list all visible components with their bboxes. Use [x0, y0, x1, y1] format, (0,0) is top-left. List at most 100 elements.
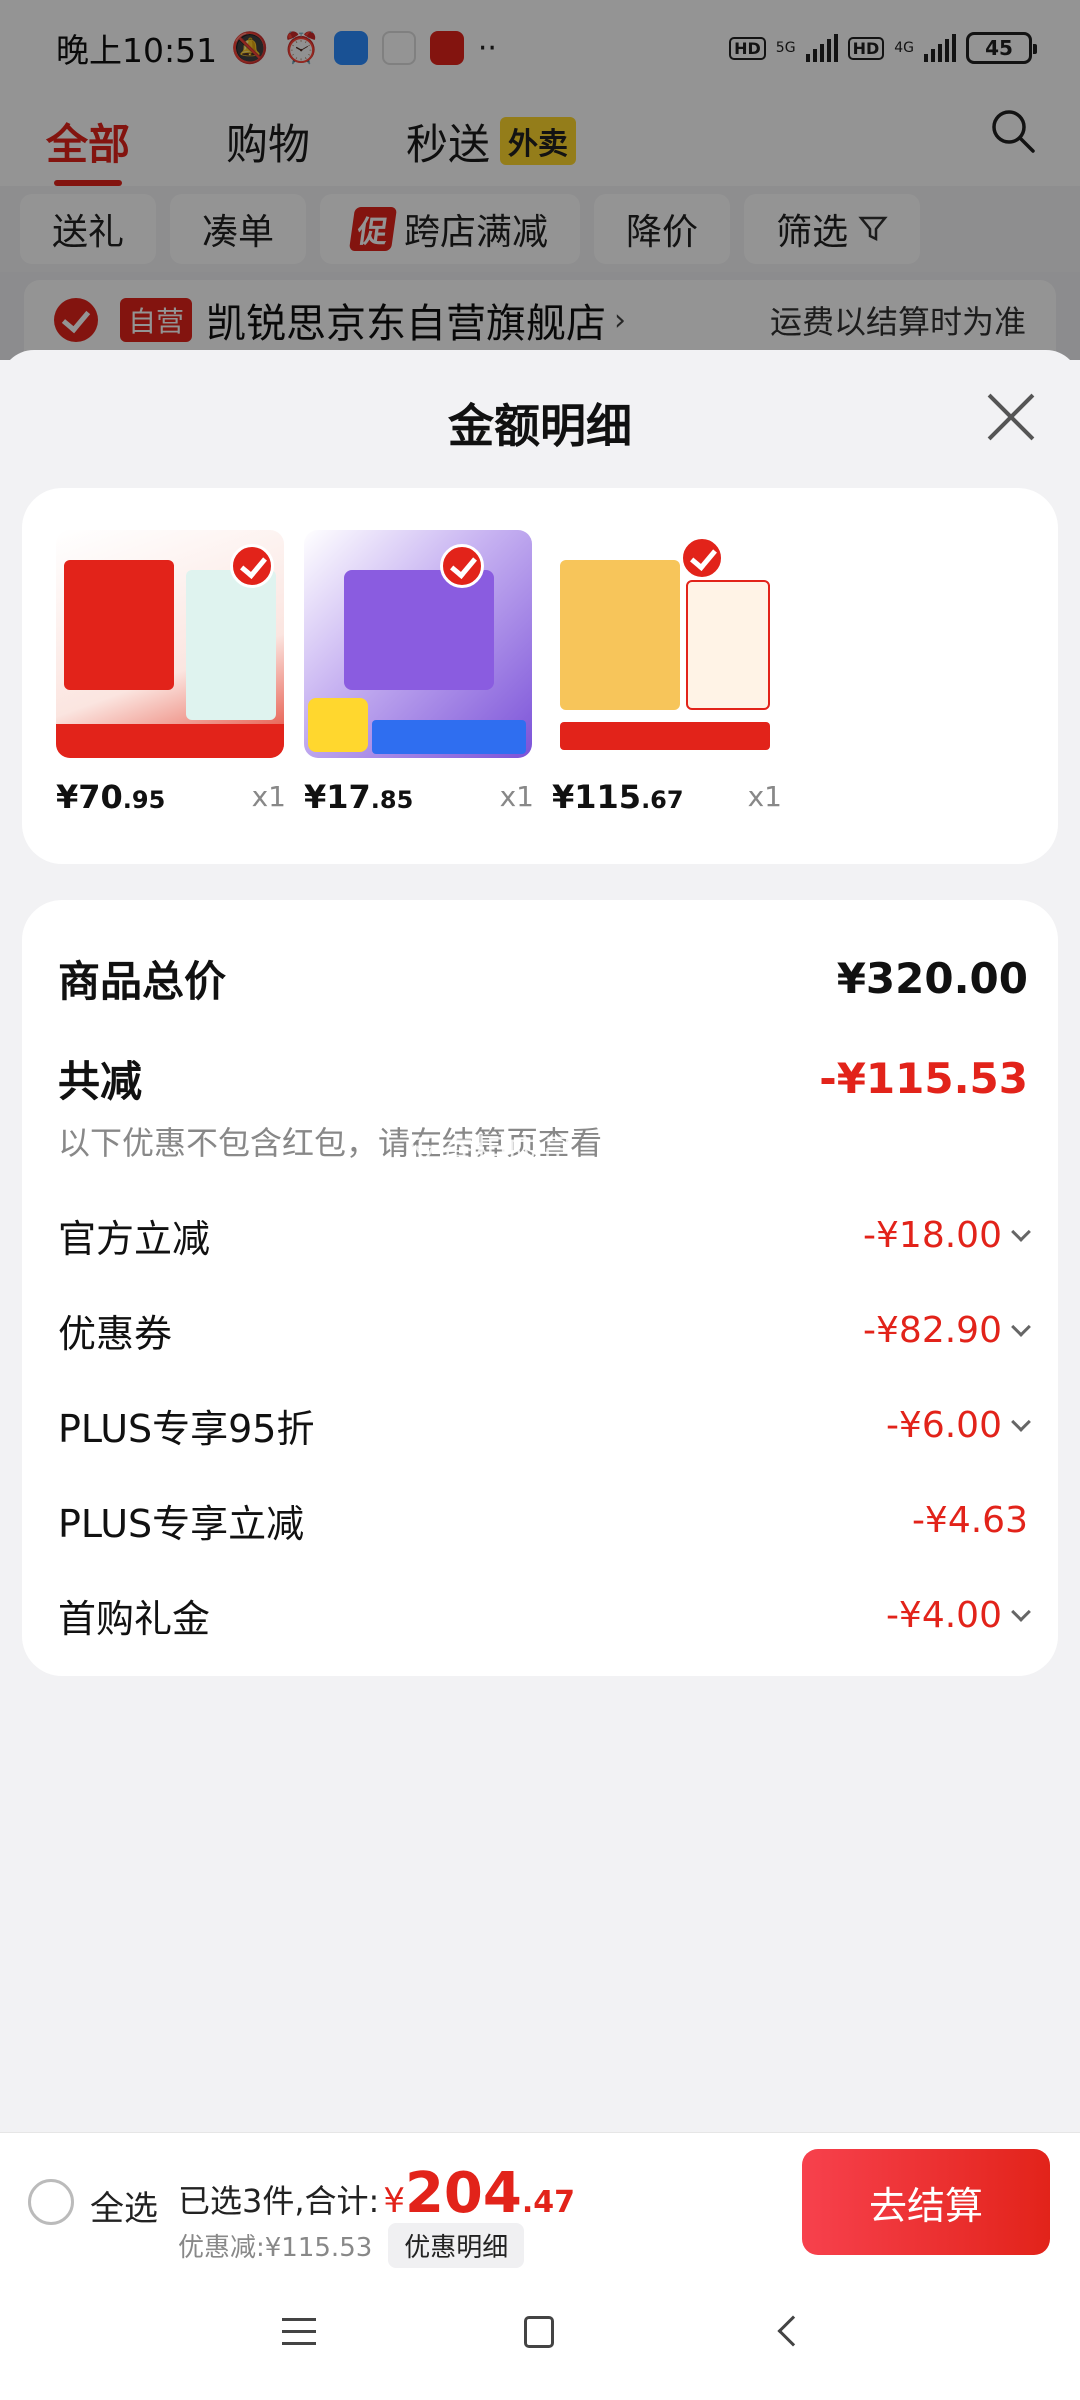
tab-all[interactable]: 全部 — [46, 111, 130, 186]
chevron-down-icon — [1011, 1316, 1031, 1337]
hd-icon-2: HD — [847, 36, 885, 60]
self-operated-badge: 自营 — [120, 298, 193, 342]
item-check-icon — [440, 544, 484, 588]
sheet-title: 金额明细 — [448, 399, 632, 453]
discount-summary: 优惠减:¥115.53 优惠明细 — [178, 2223, 525, 2268]
discount-detail-row[interactable]: PLUS专享95折 -¥6.00 — [58, 1398, 1031, 1453]
checkout-button[interactable]: 去结算 — [802, 2149, 1050, 2255]
item-check-icon — [680, 536, 724, 580]
order-total: 已选3件,合计: ¥ 204 .47 — [178, 2161, 575, 2226]
filter-cross-store[interactable]: 促 跨店满减 — [320, 194, 581, 264]
more-dots-icon: ·· — [477, 30, 497, 66]
system-nav-bar — [0, 2270, 1080, 2400]
tab-instant-label: 秒送 — [406, 119, 491, 169]
status-bar: 晚上10:51 🔕 ⏰ ·· HD 5G HD 4G 45 — [0, 0, 1080, 96]
item-qty: x1 — [499, 780, 534, 813]
promo-badge: 促 — [348, 207, 398, 251]
product-image-cat-food — [552, 530, 780, 758]
item-check-icon — [230, 544, 274, 588]
play-store-icon — [381, 31, 416, 65]
product-image-litter — [56, 530, 284, 758]
item-price: ¥70.95 — [56, 778, 166, 816]
app-stack-icon — [333, 31, 368, 65]
chevron-down-icon — [1011, 1221, 1031, 1242]
battery-icon: 45 — [966, 32, 1037, 64]
row-value: -¥82.90 — [863, 1310, 1031, 1351]
discount-detail-row[interactable]: 首购礼金 -¥4.00 — [58, 1588, 1031, 1643]
top-tabs: 全部 购物 秒送 外卖 — [0, 96, 1080, 186]
filter-bar: 送礼 凑单 促 跨店满减 降价 筛选 — [0, 186, 1080, 272]
menu-icon[interactable] — [282, 2318, 316, 2346]
hd-icon: HD — [729, 36, 766, 60]
total-row: 商品总价 ¥320.00 — [58, 948, 1028, 1009]
item-qty: x1 — [747, 780, 782, 813]
row-label: 首购礼金 — [58, 1597, 211, 1641]
close-icon[interactable] — [986, 392, 1036, 442]
selected-count-text: 已选3件,合计: — [178, 2182, 380, 2220]
mute-bell-icon: 🔕 — [231, 30, 269, 66]
watermark: 反查相应员 — [405, 1133, 575, 1173]
select-all-label[interactable]: 全选 — [90, 2181, 158, 2230]
filter-price-drop[interactable]: 降价 — [594, 194, 731, 264]
total-value: ¥320.00 — [836, 954, 1028, 1003]
network-4g: 4G — [894, 40, 914, 56]
store-name[interactable]: 凯锐思京东自营旗舰店 — [206, 291, 606, 349]
row-label: PLUS专享立减 — [58, 1502, 305, 1546]
discount-detail-row[interactable]: 官方立减 -¥18.00 — [58, 1208, 1031, 1263]
row-value: -¥6.00 — [886, 1405, 1031, 1446]
product-item[interactable]: ¥115.67 x1 — [552, 530, 782, 816]
filter-gift[interactable]: 送礼 — [20, 194, 157, 264]
items-card: ¥70.95 x1 ¥17.85 x1 ¥115.67 x1 — [22, 488, 1058, 864]
filter-screen-label: 筛选 — [776, 212, 849, 253]
row-label: PLUS专享95折 — [58, 1407, 315, 1451]
discount-summary-text: 优惠减:¥115.53 — [178, 2233, 373, 2263]
app-icon — [429, 31, 464, 65]
store-header: 自营 凯锐思京东自营旗舰店 › 运费以结算时为准 — [24, 280, 1056, 360]
select-all-radio[interactable] — [28, 2179, 74, 2225]
chevron-down-icon — [1011, 1411, 1031, 1432]
row-value: -¥18.00 — [863, 1215, 1031, 1256]
network-5g: 5G — [775, 40, 796, 56]
product-image-cat-treats — [304, 530, 532, 758]
tab-instant[interactable]: 秒送 外卖 — [406, 111, 577, 172]
home-icon[interactable] — [524, 2316, 554, 2348]
filter-add-on[interactable]: 凑单 — [170, 194, 307, 264]
chevron-down-icon — [1011, 1601, 1031, 1622]
store-checkbox[interactable] — [54, 298, 98, 342]
signal-icon — [805, 34, 838, 62]
discount-detail-row[interactable]: 优惠券 -¥82.90 — [58, 1303, 1031, 1358]
filter-screen[interactable]: 筛选 — [744, 194, 921, 264]
discount-detail-button[interactable]: 优惠明细 — [388, 2223, 525, 2268]
total-amount-int: 204 — [404, 2161, 522, 2226]
amount-detail-sheet: 金额明细 ¥70.95 x1 ¥17.85 x1 ¥115.67 x1 商品总价… — [0, 350, 1080, 2135]
item-price: ¥17.85 — [304, 778, 414, 816]
row-value: -¥4.00 — [886, 1595, 1031, 1636]
tab-shopping[interactable]: 购物 — [226, 111, 310, 172]
signal-icon-2 — [924, 34, 956, 62]
funnel-icon — [858, 216, 888, 242]
item-qty: x1 — [251, 780, 286, 813]
row-label: 官方立减 — [58, 1217, 211, 1261]
chevron-right-icon: › — [614, 302, 627, 338]
shipping-note: 运费以结算时为准 — [769, 303, 1026, 341]
currency-symbol: ¥ — [383, 2181, 405, 2221]
alarm-icon: ⏰ — [282, 30, 320, 66]
takeout-badge: 外卖 — [500, 117, 577, 165]
product-item[interactable]: ¥17.85 x1 — [304, 530, 534, 816]
status-time: 晚上10:51 — [56, 31, 218, 70]
summary-card: 商品总价 ¥320.00 共减 -¥115.53 以下优惠不包含红包，请在结算页… — [22, 900, 1058, 1676]
discount-label: 共减 — [58, 1057, 143, 1106]
product-item[interactable]: ¥70.95 x1 — [56, 530, 286, 816]
total-amount-dec: .47 — [521, 2185, 576, 2220]
item-price: ¥115.67 — [552, 778, 684, 816]
back-icon[interactable] — [777, 2315, 809, 2347]
discount-row: 共减 -¥115.53 — [58, 1048, 1028, 1109]
row-value: -¥4.63 — [911, 1500, 1028, 1541]
discount-detail-row: PLUS专享立减 -¥4.63 — [58, 1493, 1028, 1548]
discount-value: -¥115.53 — [819, 1054, 1028, 1103]
checkout-bar: 全选 已选3件,合计: ¥ 204 .47 优惠减:¥115.53 优惠明细 去… — [0, 2132, 1080, 2270]
total-label: 商品总价 — [58, 957, 227, 1006]
search-icon[interactable] — [990, 108, 1036, 154]
row-label: 优惠券 — [58, 1312, 173, 1356]
filter-cross-store-label: 跨店满减 — [404, 212, 549, 253]
